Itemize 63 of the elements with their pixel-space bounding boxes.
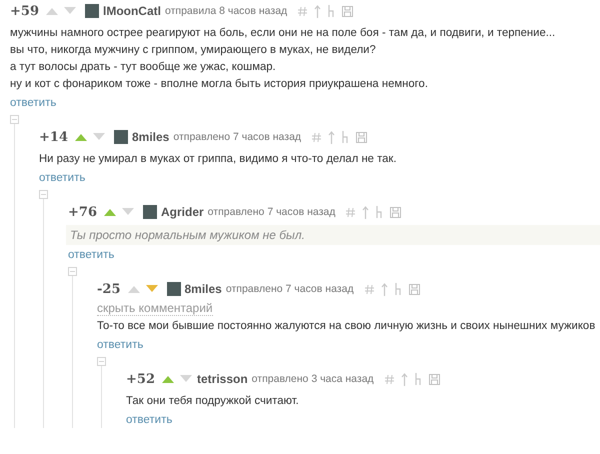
hash-icon[interactable] [298,6,308,16]
downvote-icon[interactable] [144,284,158,294]
comment-text: вы что, никогда мужчину с гриппом, умирающего в муках, не видели? [10,43,377,58]
reply-link[interactable]: ответить [39,172,86,184]
comment-text: Так они тебя подружкой считают. [126,394,300,409]
hash-icon[interactable] [384,374,394,384]
downvote-icon[interactable] [120,207,135,217]
comment-text: ну и кот с фонариком тоже - вполне могла быть история приукрашена немного. [10,77,429,92]
collapse-icon[interactable] [10,115,19,124]
comment-rating: -25 [97,282,120,296]
comment-rating: +52 [126,372,155,386]
upvote-icon[interactable] [74,132,88,142]
reply-link[interactable]: ответить [97,339,144,351]
downvote-icon[interactable] [178,374,193,384]
comment-text: мужчины намного острее реагируют на боль, если они не на поле боя - там да, и подвиги, и терпение... [10,26,556,41]
upvote-icon[interactable] [44,6,59,16]
comment-time: отправлено 7 часов назад [173,131,302,143]
reply-link[interactable]: ответить [126,414,172,426]
username-link[interactable]: lMoonCatl [102,4,161,18]
comment-rating: +76 [68,204,97,220]
save-icon[interactable] [408,284,420,294]
collapse-icon[interactable] [68,267,77,276]
downvote-icon[interactable] [92,132,106,142]
comment-rating: +59 [10,4,39,18]
save-icon[interactable] [356,132,368,142]
branch-icon[interactable] [342,131,350,143]
collapse-icon[interactable] [39,190,48,199]
comment-time: отправила 8 часов назад [164,5,288,17]
comment-time: отправлено 7 часов назад [226,283,354,295]
username-link[interactable]: Agrider [160,205,204,219]
username-link[interactable]: tetrisson [196,372,248,386]
reply-link[interactable]: ответить [10,97,56,109]
upvote-icon[interactable] [126,284,140,294]
arrow-up-icon[interactable] [328,130,336,144]
comment-rating: +14 [39,130,68,144]
branch-icon[interactable] [414,373,422,385]
hash-icon[interactable] [312,132,322,142]
hash-icon[interactable] [346,206,356,218]
comment-text: а тут волосы драть - тут вообще же ужас, кошмар. [10,60,277,75]
upvote-icon[interactable] [102,207,117,217]
save-icon[interactable] [428,374,440,384]
comment-time: отправлено 7 часов назад [208,206,336,218]
downvote-icon[interactable] [62,6,77,16]
arrow-up-icon[interactable] [400,372,408,386]
reply-link[interactable]: ответить [68,249,114,261]
branch-icon[interactable] [394,283,402,295]
arrow-up-icon[interactable] [362,206,370,218]
branch-icon[interactable] [328,5,336,17]
comment-time: отправлено 3 часа назад [252,373,374,385]
upvote-icon[interactable] [160,374,175,384]
username-link[interactable]: 8miles [132,130,170,144]
arrow-up-icon[interactable] [314,4,322,18]
save-icon[interactable] [390,206,402,218]
comment-quote: Ты просто нормальным мужиком не был. [66,225,600,245]
comment-text: Ни разу не умирал в муках от гриппа, видимо я что-то делал не так. [39,152,398,167]
collapse-icon[interactable] [97,357,106,366]
branch-icon[interactable] [376,206,384,218]
username-link[interactable]: 8miles [184,282,222,296]
comment-text: То-то все мои бывшие постоянно жалуются на свою личную жизнь и своих нынешних мужиков [97,319,596,334]
arrow-up-icon[interactable] [380,282,388,296]
hide-comment-link[interactable]: скрыть комментарий [97,301,213,316]
save-icon[interactable] [342,6,354,16]
hash-icon[interactable] [364,284,374,294]
